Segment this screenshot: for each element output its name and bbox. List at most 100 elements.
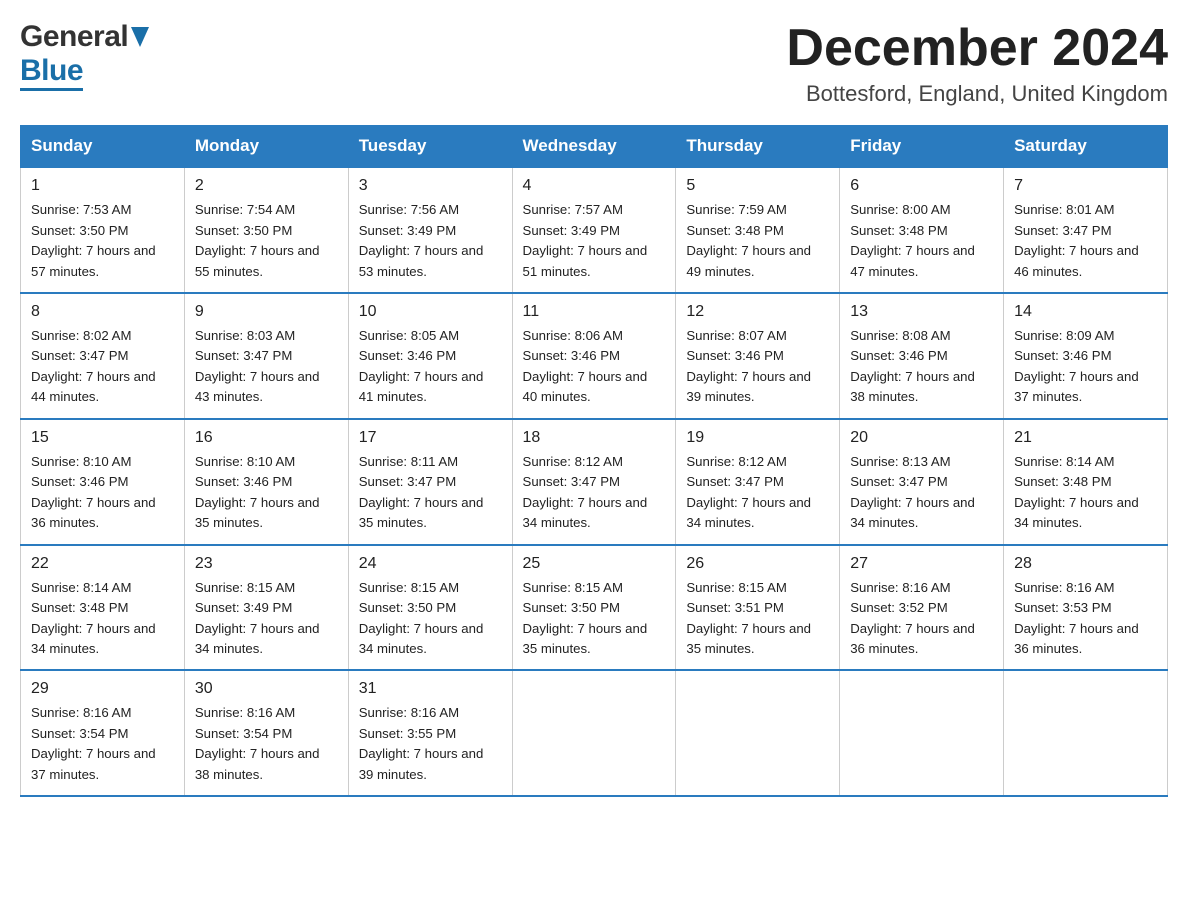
logo-general-text: General — [20, 20, 128, 54]
day-number: 21 — [1014, 426, 1157, 450]
day-number: 31 — [359, 677, 502, 701]
day-number: 19 — [686, 426, 829, 450]
day-info: Sunrise: 7:59 AMSunset: 3:48 PMDaylight:… — [686, 202, 811, 278]
day-info: Sunrise: 8:16 AMSunset: 3:55 PMDaylight:… — [359, 705, 484, 781]
day-info: Sunrise: 8:14 AMSunset: 3:48 PMDaylight:… — [31, 580, 156, 656]
weekday-header-sunday: Sunday — [21, 126, 185, 168]
day-info: Sunrise: 8:03 AMSunset: 3:47 PMDaylight:… — [195, 328, 320, 404]
weekday-header-tuesday: Tuesday — [348, 126, 512, 168]
day-number: 25 — [523, 552, 666, 576]
weekday-header-friday: Friday — [840, 126, 1004, 168]
day-info: Sunrise: 8:11 AMSunset: 3:47 PMDaylight:… — [359, 454, 484, 530]
day-number: 20 — [850, 426, 993, 450]
day-number: 18 — [523, 426, 666, 450]
calendar-day-cell: 20 Sunrise: 8:13 AMSunset: 3:47 PMDaylig… — [840, 419, 1004, 545]
calendar-day-cell: 5 Sunrise: 7:59 AMSunset: 3:48 PMDayligh… — [676, 167, 840, 293]
logo-blue-text: Blue — [20, 54, 83, 91]
day-number: 12 — [686, 300, 829, 324]
day-info: Sunrise: 8:00 AMSunset: 3:48 PMDaylight:… — [850, 202, 975, 278]
day-info: Sunrise: 8:08 AMSunset: 3:46 PMDaylight:… — [850, 328, 975, 404]
weekday-header-monday: Monday — [184, 126, 348, 168]
weekday-header-wednesday: Wednesday — [512, 126, 676, 168]
calendar-day-cell: 6 Sunrise: 8:00 AMSunset: 3:48 PMDayligh… — [840, 167, 1004, 293]
day-number: 28 — [1014, 552, 1157, 576]
day-info: Sunrise: 8:15 AMSunset: 3:49 PMDaylight:… — [195, 580, 320, 656]
calendar-day-cell: 18 Sunrise: 8:12 AMSunset: 3:47 PMDaylig… — [512, 419, 676, 545]
day-number: 29 — [31, 677, 174, 701]
day-info: Sunrise: 8:10 AMSunset: 3:46 PMDaylight:… — [195, 454, 320, 530]
day-number: 4 — [523, 174, 666, 198]
day-info: Sunrise: 7:53 AMSunset: 3:50 PMDaylight:… — [31, 202, 156, 278]
day-info: Sunrise: 7:57 AMSunset: 3:49 PMDaylight:… — [523, 202, 648, 278]
day-number: 16 — [195, 426, 338, 450]
day-info: Sunrise: 8:16 AMSunset: 3:54 PMDaylight:… — [195, 705, 320, 781]
day-number: 3 — [359, 174, 502, 198]
day-number: 14 — [1014, 300, 1157, 324]
calendar-week-row: 1 Sunrise: 7:53 AMSunset: 3:50 PMDayligh… — [21, 167, 1168, 293]
calendar-day-cell: 31 Sunrise: 8:16 AMSunset: 3:55 PMDaylig… — [348, 670, 512, 796]
calendar-day-cell: 29 Sunrise: 8:16 AMSunset: 3:54 PMDaylig… — [21, 670, 185, 796]
day-info: Sunrise: 8:06 AMSunset: 3:46 PMDaylight:… — [523, 328, 648, 404]
calendar-week-row: 29 Sunrise: 8:16 AMSunset: 3:54 PMDaylig… — [21, 670, 1168, 796]
calendar-day-cell: 30 Sunrise: 8:16 AMSunset: 3:54 PMDaylig… — [184, 670, 348, 796]
day-info: Sunrise: 8:14 AMSunset: 3:48 PMDaylight:… — [1014, 454, 1139, 530]
location-subtitle: Bottesford, England, United Kingdom — [786, 81, 1168, 107]
day-number: 24 — [359, 552, 502, 576]
day-number: 5 — [686, 174, 829, 198]
day-info: Sunrise: 8:02 AMSunset: 3:47 PMDaylight:… — [31, 328, 156, 404]
calendar-day-cell: 17 Sunrise: 8:11 AMSunset: 3:47 PMDaylig… — [348, 419, 512, 545]
day-number: 2 — [195, 174, 338, 198]
day-info: Sunrise: 8:13 AMSunset: 3:47 PMDaylight:… — [850, 454, 975, 530]
calendar-day-cell: 16 Sunrise: 8:10 AMSunset: 3:46 PMDaylig… — [184, 419, 348, 545]
weekday-header-row: SundayMondayTuesdayWednesdayThursdayFrid… — [21, 126, 1168, 168]
calendar-day-cell: 9 Sunrise: 8:03 AMSunset: 3:47 PMDayligh… — [184, 293, 348, 419]
day-number: 1 — [31, 174, 174, 198]
day-number: 8 — [31, 300, 174, 324]
day-info: Sunrise: 8:09 AMSunset: 3:46 PMDaylight:… — [1014, 328, 1139, 404]
calendar-day-cell: 8 Sunrise: 8:02 AMSunset: 3:47 PMDayligh… — [21, 293, 185, 419]
calendar-day-cell: 22 Sunrise: 8:14 AMSunset: 3:48 PMDaylig… — [21, 545, 185, 671]
logo: General Blue — [20, 20, 149, 88]
day-number: 27 — [850, 552, 993, 576]
day-info: Sunrise: 8:12 AMSunset: 3:47 PMDaylight:… — [523, 454, 648, 530]
day-info: Sunrise: 8:10 AMSunset: 3:46 PMDaylight:… — [31, 454, 156, 530]
calendar-day-cell: 10 Sunrise: 8:05 AMSunset: 3:46 PMDaylig… — [348, 293, 512, 419]
calendar-day-cell: 27 Sunrise: 8:16 AMSunset: 3:52 PMDaylig… — [840, 545, 1004, 671]
day-info: Sunrise: 8:15 AMSunset: 3:50 PMDaylight:… — [523, 580, 648, 656]
logo-triangle-icon — [131, 27, 149, 47]
calendar-day-cell: 11 Sunrise: 8:06 AMSunset: 3:46 PMDaylig… — [512, 293, 676, 419]
day-info: Sunrise: 8:15 AMSunset: 3:50 PMDaylight:… — [359, 580, 484, 656]
calendar-day-cell: 1 Sunrise: 7:53 AMSunset: 3:50 PMDayligh… — [21, 167, 185, 293]
calendar-day-cell: 2 Sunrise: 7:54 AMSunset: 3:50 PMDayligh… — [184, 167, 348, 293]
calendar-week-row: 22 Sunrise: 8:14 AMSunset: 3:48 PMDaylig… — [21, 545, 1168, 671]
calendar-week-row: 15 Sunrise: 8:10 AMSunset: 3:46 PMDaylig… — [21, 419, 1168, 545]
title-block: December 2024 Bottesford, England, Unite… — [786, 20, 1168, 107]
calendar-day-cell: 3 Sunrise: 7:56 AMSunset: 3:49 PMDayligh… — [348, 167, 512, 293]
calendar-day-cell: 28 Sunrise: 8:16 AMSunset: 3:53 PMDaylig… — [1004, 545, 1168, 671]
calendar-day-cell: 13 Sunrise: 8:08 AMSunset: 3:46 PMDaylig… — [840, 293, 1004, 419]
day-number: 10 — [359, 300, 502, 324]
day-number: 13 — [850, 300, 993, 324]
day-number: 6 — [850, 174, 993, 198]
day-info: Sunrise: 8:16 AMSunset: 3:53 PMDaylight:… — [1014, 580, 1139, 656]
weekday-header-saturday: Saturday — [1004, 126, 1168, 168]
calendar-day-cell: 4 Sunrise: 7:57 AMSunset: 3:49 PMDayligh… — [512, 167, 676, 293]
calendar-day-cell: 25 Sunrise: 8:15 AMSunset: 3:50 PMDaylig… — [512, 545, 676, 671]
calendar-day-cell: 12 Sunrise: 8:07 AMSunset: 3:46 PMDaylig… — [676, 293, 840, 419]
calendar-day-cell: 26 Sunrise: 8:15 AMSunset: 3:51 PMDaylig… — [676, 545, 840, 671]
day-info: Sunrise: 8:05 AMSunset: 3:46 PMDaylight:… — [359, 328, 484, 404]
calendar-day-cell: 15 Sunrise: 8:10 AMSunset: 3:46 PMDaylig… — [21, 419, 185, 545]
day-number: 15 — [31, 426, 174, 450]
calendar-table: SundayMondayTuesdayWednesdayThursdayFrid… — [20, 125, 1168, 797]
day-info: Sunrise: 8:12 AMSunset: 3:47 PMDaylight:… — [686, 454, 811, 530]
page-header: General Blue December 2024 Bottesford, E… — [20, 20, 1168, 107]
day-number: 22 — [31, 552, 174, 576]
calendar-day-cell — [1004, 670, 1168, 796]
calendar-day-cell: 23 Sunrise: 8:15 AMSunset: 3:49 PMDaylig… — [184, 545, 348, 671]
day-info: Sunrise: 7:54 AMSunset: 3:50 PMDaylight:… — [195, 202, 320, 278]
day-number: 30 — [195, 677, 338, 701]
day-info: Sunrise: 8:16 AMSunset: 3:54 PMDaylight:… — [31, 705, 156, 781]
calendar-day-cell: 21 Sunrise: 8:14 AMSunset: 3:48 PMDaylig… — [1004, 419, 1168, 545]
day-number: 11 — [523, 300, 666, 324]
day-info: Sunrise: 8:15 AMSunset: 3:51 PMDaylight:… — [686, 580, 811, 656]
